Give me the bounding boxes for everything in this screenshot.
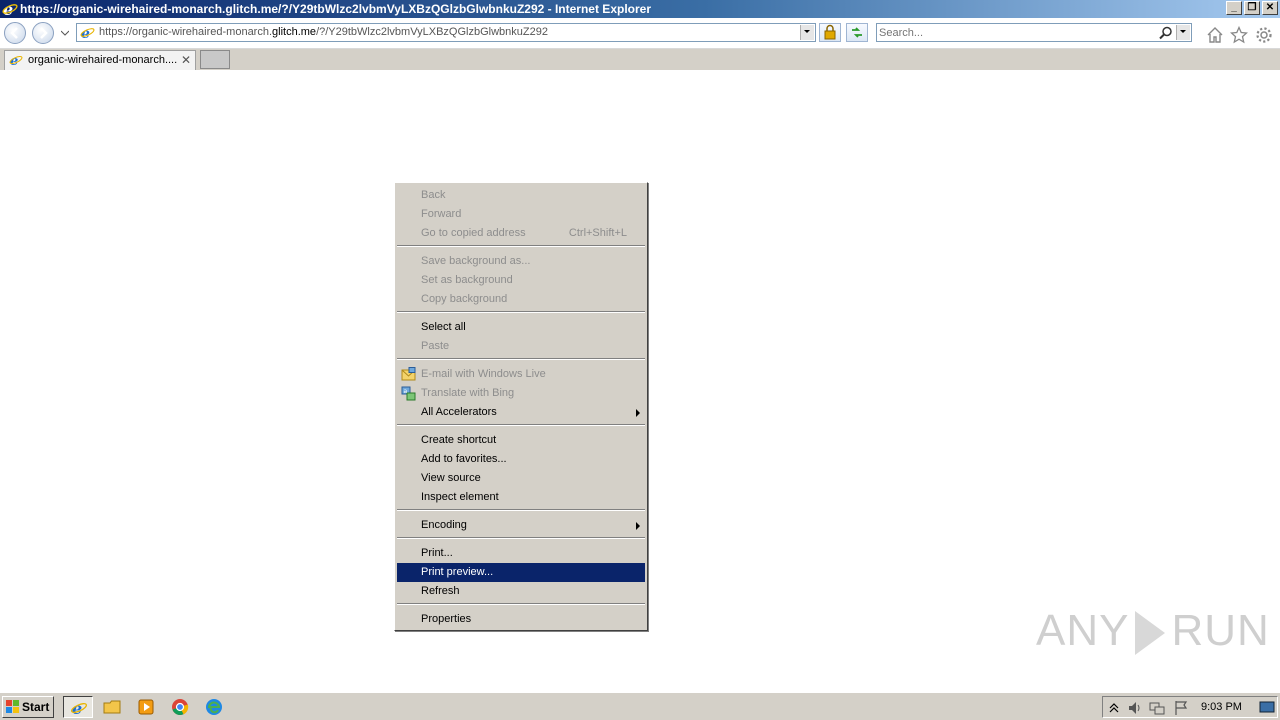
tab-label: organic-wirehaired-monarch.... bbox=[28, 54, 178, 66]
menu-item-inspect-element[interactable]: Inspect element bbox=[397, 488, 645, 507]
address-domain: glitch.me bbox=[272, 26, 317, 38]
back-arrow-icon bbox=[10, 27, 18, 39]
address-dropdown-button[interactable] bbox=[800, 25, 814, 40]
favorites-star-icon[interactable] bbox=[1230, 26, 1248, 44]
media-player-icon bbox=[138, 699, 154, 715]
tab-organic-wirehaired-monarch[interactable]: e organic-wirehaired-monarch.... ✕ bbox=[4, 50, 196, 70]
address-bar[interactable]: e https://organic-wirehaired-monarch.gli… bbox=[76, 23, 816, 42]
taskbar-file-explorer[interactable] bbox=[97, 696, 127, 718]
menu-separator bbox=[397, 424, 645, 426]
menu-item-view-source[interactable]: View source bbox=[397, 469, 645, 488]
back-button[interactable] bbox=[4, 22, 26, 44]
menu-item-refresh[interactable]: Refresh bbox=[397, 582, 645, 601]
windows-live-mail-icon bbox=[401, 367, 416, 381]
internet-explorer-icon: e bbox=[70, 699, 88, 717]
network-icon[interactable] bbox=[1149, 700, 1165, 716]
action-center-flag-icon[interactable] bbox=[1173, 700, 1189, 716]
menu-separator bbox=[397, 311, 645, 313]
menu-item-go-to-copied-address[interactable]: Go to copied address Ctrl+Shift+L bbox=[397, 224, 645, 243]
lock-icon bbox=[824, 24, 836, 40]
address-url[interactable]: https://organic-wirehaired-monarch.glitc… bbox=[99, 26, 548, 38]
search-icon[interactable] bbox=[1159, 26, 1173, 40]
gear-icon[interactable] bbox=[1255, 26, 1273, 44]
forward-arrow-icon bbox=[40, 27, 48, 39]
chrome-icon bbox=[172, 699, 189, 716]
menu-item-forward[interactable]: Forward bbox=[397, 205, 645, 224]
submenu-arrow-icon bbox=[636, 409, 640, 417]
page-ie-icon: e bbox=[80, 26, 95, 40]
system-clock[interactable]: 9:03 PM bbox=[1201, 701, 1242, 713]
menu-item-create-shortcut[interactable]: Create shortcut bbox=[397, 431, 645, 450]
show-desktop-icon[interactable] bbox=[1259, 700, 1275, 714]
bing-translate-icon: a bbox=[401, 386, 416, 401]
edge-icon bbox=[206, 699, 222, 715]
menu-item-translate-bing[interactable]: a Translate with Bing bbox=[397, 384, 645, 403]
menu-item-add-to-favorites[interactable]: Add to favorites... bbox=[397, 450, 645, 469]
context-menu: Back Forward Go to copied address Ctrl+Sh… bbox=[394, 182, 648, 631]
search-provider-dropdown[interactable] bbox=[1176, 25, 1190, 40]
recent-pages-dropdown-icon[interactable] bbox=[61, 29, 69, 37]
system-tray: 9:03 PM bbox=[1102, 696, 1278, 718]
refresh-arrows-icon bbox=[852, 27, 862, 38]
play-icon bbox=[1135, 611, 1166, 656]
menu-separator bbox=[397, 603, 645, 605]
chevron-down-icon bbox=[1180, 30, 1186, 33]
home-icon[interactable] bbox=[1206, 26, 1224, 44]
search-input[interactable] bbox=[879, 25, 1149, 40]
taskbar-internet-explorer[interactable]: e bbox=[63, 696, 93, 718]
taskbar-edge[interactable] bbox=[199, 696, 229, 718]
shortcut-label: Ctrl+Shift+L bbox=[568, 227, 627, 239]
windows-logo-icon bbox=[6, 700, 19, 713]
menu-item-select-all[interactable]: Select all bbox=[397, 318, 645, 337]
compatibility-refresh-button[interactable] bbox=[846, 23, 868, 42]
tab-ie-icon: e bbox=[9, 54, 23, 67]
anyrun-watermark: ANY RUN bbox=[1036, 606, 1270, 656]
taskbar-media-player[interactable] bbox=[131, 696, 161, 718]
menu-separator bbox=[397, 509, 645, 511]
svg-text:a: a bbox=[404, 388, 408, 395]
forward-button[interactable] bbox=[32, 22, 54, 44]
menu-item-paste[interactable]: Paste bbox=[397, 337, 645, 356]
menu-item-encoding[interactable]: Encoding bbox=[397, 516, 645, 535]
menu-item-email-windows-live[interactable]: E-mail with Windows Live bbox=[397, 365, 645, 384]
window-title: https://organic-wirehaired-monarch.glitc… bbox=[20, 2, 651, 16]
menu-item-properties[interactable]: Properties bbox=[397, 610, 645, 629]
menu-item-print-preview[interactable]: Print preview... bbox=[397, 563, 645, 582]
tab-bar: e organic-wirehaired-monarch.... ✕ bbox=[0, 49, 1280, 70]
chevron-down-icon bbox=[804, 30, 810, 33]
start-button[interactable]: Start bbox=[2, 696, 54, 718]
menu-item-copy-background[interactable]: Copy background bbox=[397, 290, 645, 309]
show-hidden-icons-icon[interactable] bbox=[1109, 700, 1119, 714]
search-box[interactable] bbox=[876, 23, 1192, 42]
restore-button[interactable]: ❐ bbox=[1244, 1, 1260, 15]
taskbar: Start e 9:03 PM bbox=[0, 692, 1280, 720]
menu-item-save-background[interactable]: Save background as... bbox=[397, 252, 645, 271]
menu-item-back[interactable]: Back bbox=[397, 186, 645, 205]
new-tab-button[interactable] bbox=[200, 50, 230, 69]
close-tab-icon[interactable]: ✕ bbox=[181, 53, 191, 67]
submenu-arrow-icon bbox=[636, 522, 640, 530]
menu-item-print[interactable]: Print... bbox=[397, 544, 645, 563]
window-controls: _ ❐ ✕ bbox=[1226, 1, 1278, 15]
internet-explorer-icon: e bbox=[2, 1, 18, 17]
title-bar: e https://organic-wirehaired-monarch.gli… bbox=[0, 0, 1280, 18]
menu-separator bbox=[397, 245, 645, 247]
folder-icon bbox=[103, 700, 121, 714]
volume-icon[interactable] bbox=[1127, 700, 1143, 716]
navigation-bar: e https://organic-wirehaired-monarch.gli… bbox=[0, 18, 1280, 49]
security-lock-button[interactable] bbox=[819, 23, 841, 42]
menu-item-all-accelerators[interactable]: All Accelerators bbox=[397, 403, 645, 422]
menu-item-set-as-background[interactable]: Set as background bbox=[397, 271, 645, 290]
minimize-button[interactable]: _ bbox=[1226, 1, 1242, 15]
close-button[interactable]: ✕ bbox=[1262, 1, 1278, 15]
taskbar-chrome[interactable] bbox=[165, 696, 195, 718]
menu-separator bbox=[397, 537, 645, 539]
menu-separator bbox=[397, 358, 645, 360]
